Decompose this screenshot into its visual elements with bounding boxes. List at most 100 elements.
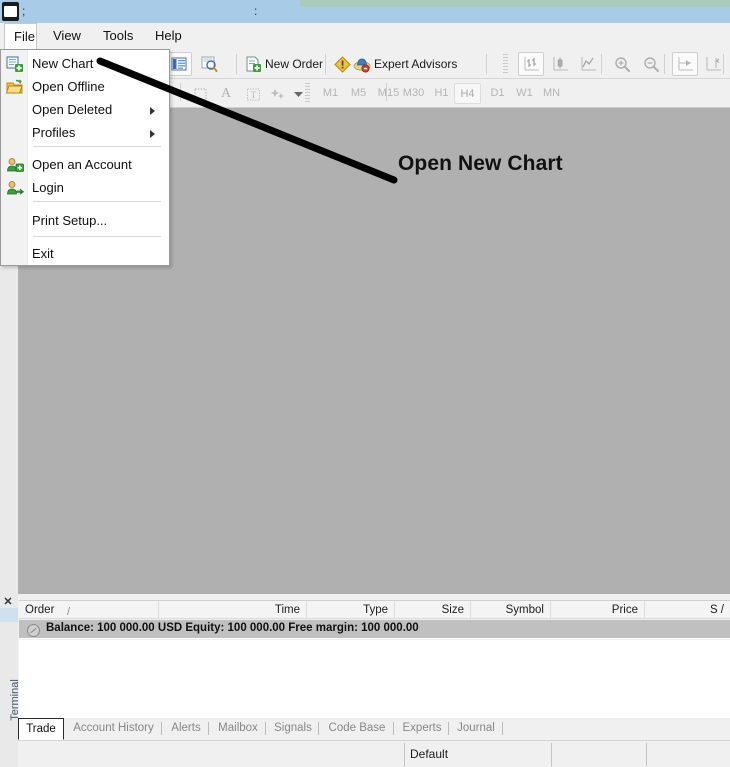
auto-scroll-button[interactable] bbox=[672, 52, 698, 76]
menu-login[interactable]: Login bbox=[2, 177, 169, 200]
data-window-button[interactable] bbox=[196, 52, 222, 76]
toolbar-separator bbox=[325, 54, 326, 74]
column-header-sl[interactable]: S / bbox=[645, 601, 730, 619]
menu-login-label: Login bbox=[32, 180, 64, 195]
terminal-balance-row[interactable]: Balance: 100 000.00 USD Equity: 100 000.… bbox=[19, 620, 730, 639]
menu-item-help-label: Help bbox=[155, 28, 182, 43]
menu-item-tools[interactable]: Tools bbox=[94, 23, 142, 49]
tab-trade[interactable]: Trade bbox=[18, 718, 64, 740]
bar-chart-button[interactable] bbox=[518, 52, 544, 76]
tab-divider bbox=[393, 722, 394, 735]
timeframe-mn[interactable]: MN bbox=[538, 83, 565, 104]
crosshair-button[interactable] bbox=[188, 82, 212, 106]
tab-divider bbox=[265, 722, 266, 735]
menu-separator bbox=[33, 201, 161, 202]
terminal-side-strip: Terminal bbox=[0, 594, 21, 767]
terminal-tab-strip: Trade Account History Alerts Mailbox Sig… bbox=[0, 718, 730, 741]
menu-item-view[interactable]: View bbox=[44, 23, 90, 49]
tab-account-history[interactable]: Account History bbox=[67, 718, 160, 739]
timeframe-d1[interactable]: D1 bbox=[485, 83, 510, 104]
menu-profiles-label: Profiles bbox=[32, 125, 76, 140]
menu-open-deleted[interactable]: Open Deleted bbox=[2, 99, 169, 122]
toolbar-separator bbox=[664, 54, 665, 74]
tab-divider bbox=[448, 722, 449, 735]
menu-separator bbox=[33, 236, 161, 237]
expert-advisors-button[interactable]: Expert Advisors bbox=[353, 52, 457, 76]
column-header-price[interactable]: Price bbox=[551, 601, 645, 619]
zoom-in-button[interactable] bbox=[609, 52, 635, 76]
new-order-button[interactable]: New Order bbox=[245, 52, 323, 76]
column-header-order-label: Order bbox=[25, 604, 55, 616]
menu-bar: File View Tools Help bbox=[0, 23, 730, 50]
tab-divider bbox=[208, 722, 209, 735]
shapes-dropdown-caret[interactable] bbox=[290, 82, 306, 106]
window-title: ; bbox=[22, 4, 26, 18]
zoom-out-button[interactable] bbox=[638, 52, 664, 76]
shapes-button[interactable] bbox=[268, 82, 290, 106]
tab-divider bbox=[161, 722, 162, 735]
line-chart-button[interactable] bbox=[575, 52, 601, 76]
file-dropdown-menu: New Chart Open Offline Open Deleted Prof… bbox=[0, 49, 170, 266]
menu-exit[interactable]: Exit bbox=[2, 243, 169, 266]
menu-separator bbox=[33, 146, 161, 147]
toolbar-separator bbox=[601, 54, 602, 74]
toolbar-separator bbox=[180, 83, 181, 101]
menu-open-an-account[interactable]: Open an Account bbox=[2, 154, 169, 177]
column-header-symbol[interactable]: Symbol bbox=[471, 601, 551, 619]
chart-shift-button[interactable] bbox=[700, 52, 726, 76]
status-profile-label: Default bbox=[410, 747, 449, 761]
status-bar: Default bbox=[0, 740, 730, 767]
timeframe-m30[interactable]: M30 bbox=[398, 83, 429, 104]
terminal-body bbox=[19, 640, 730, 718]
chevron-right-icon bbox=[150, 107, 155, 115]
title-bar: ; : bbox=[0, 0, 730, 23]
column-header-type[interactable]: Type bbox=[307, 601, 395, 619]
menu-item-tools-label: Tools bbox=[103, 28, 134, 43]
menu-item-view-label: View bbox=[53, 28, 81, 43]
timeframe-m1[interactable]: M1 bbox=[318, 83, 343, 104]
menu-item-file[interactable]: File bbox=[4, 23, 37, 49]
tab-code-base[interactable]: Code Base bbox=[321, 718, 393, 739]
timeframe-m5[interactable]: M5 bbox=[346, 83, 371, 104]
terminal-column-header: Order / Time Type Size Symbol Price S / bbox=[19, 600, 730, 619]
text-label-button[interactable]: A bbox=[214, 82, 238, 106]
toolbar-separator bbox=[236, 54, 237, 74]
toolbar-grip[interactable] bbox=[503, 54, 508, 74]
text-box-button[interactable]: T bbox=[241, 82, 265, 106]
new-chart-icon bbox=[6, 56, 24, 73]
status-segment bbox=[551, 743, 646, 766]
column-header-time[interactable]: Time bbox=[159, 601, 307, 619]
window-title-suffix: : bbox=[254, 4, 258, 18]
menu-new-chart[interactable]: New Chart bbox=[2, 53, 169, 76]
tab-mailbox[interactable]: Mailbox bbox=[211, 718, 265, 739]
menu-item-file-label: File bbox=[14, 29, 35, 44]
toolbar-separator bbox=[486, 54, 487, 74]
svg-text:T: T bbox=[250, 90, 256, 100]
login-icon bbox=[6, 180, 25, 197]
timeframe-h4[interactable]: H4 bbox=[454, 83, 481, 104]
alerts-button[interactable] bbox=[331, 52, 353, 76]
menu-open-an-account-label: Open an Account bbox=[32, 157, 132, 172]
candlestick-chart-button[interactable] bbox=[547, 52, 573, 76]
open-folder-icon bbox=[5, 79, 24, 96]
column-header-size[interactable]: Size bbox=[395, 601, 471, 619]
menu-profiles[interactable]: Profiles bbox=[2, 122, 169, 145]
tab-journal[interactable]: Journal bbox=[451, 718, 501, 739]
metatrader-window: ; : File View Tools Help New Order Exper… bbox=[0, 0, 730, 767]
menu-open-offline[interactable]: Open Offline bbox=[2, 76, 169, 99]
menu-item-help[interactable]: Help bbox=[146, 23, 191, 49]
menu-open-deleted-label: Open Deleted bbox=[32, 102, 113, 117]
new-order-icon bbox=[245, 56, 262, 73]
tab-alerts[interactable]: Alerts bbox=[165, 718, 207, 739]
timeframe-h1[interactable]: H1 bbox=[429, 83, 454, 104]
status-segment bbox=[646, 743, 730, 766]
menu-print-setup[interactable]: Print Setup... bbox=[2, 210, 169, 233]
terminal-side-accent bbox=[0, 608, 18, 622]
timeframe-w1[interactable]: W1 bbox=[512, 83, 537, 104]
chevron-right-icon bbox=[150, 130, 155, 138]
balance-row-icon bbox=[27, 624, 40, 637]
tab-signals[interactable]: Signals bbox=[268, 718, 318, 739]
column-header-order[interactable]: Order / bbox=[19, 601, 159, 619]
terminal-close-button[interactable]: ✕ bbox=[2, 596, 14, 608]
tab-experts[interactable]: Experts bbox=[396, 718, 448, 739]
